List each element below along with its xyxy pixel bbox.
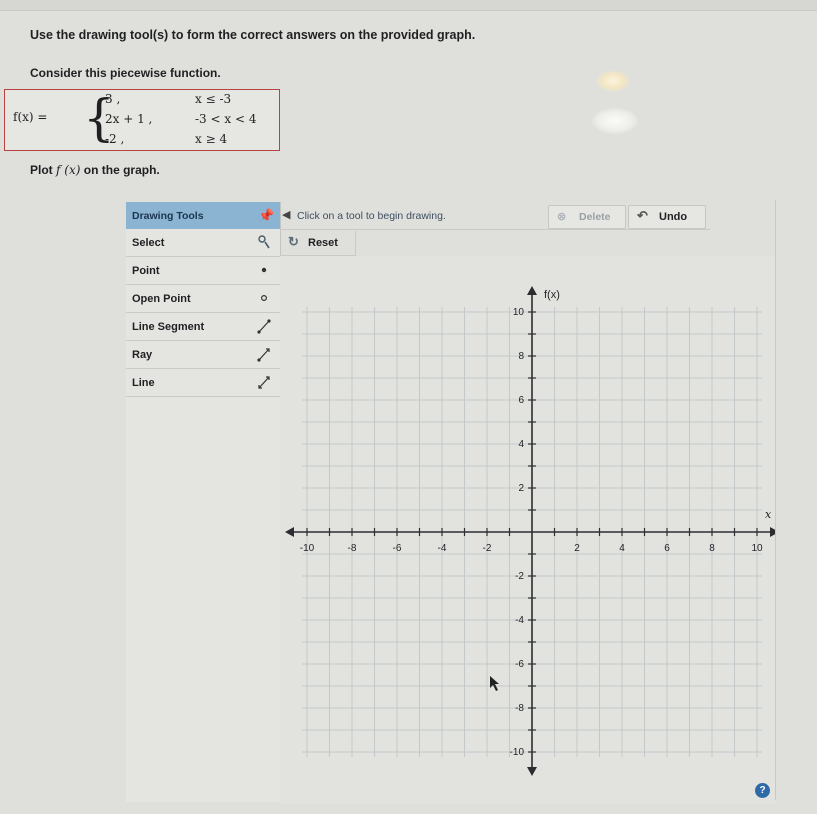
- x-tick-label: -10: [300, 543, 315, 554]
- cursor-icon: [258, 235, 270, 249]
- y-tick-label: 8: [518, 351, 524, 362]
- x-tick-label: -4: [438, 543, 447, 554]
- screen-glare: [592, 108, 638, 134]
- tool-label: Line Segment: [132, 321, 205, 333]
- open-point-icon: [260, 294, 268, 302]
- y-tick-label: 4: [518, 439, 524, 450]
- help-button[interactable]: ?: [755, 783, 770, 798]
- segment-icon: [257, 319, 271, 334]
- ray-icon: [257, 348, 270, 362]
- top-border: [0, 0, 817, 11]
- reset-label: Reset: [308, 237, 338, 249]
- tool-point[interactable]: Point: [126, 257, 280, 285]
- x-axis-label: x: [765, 508, 772, 521]
- point-icon: [261, 267, 267, 273]
- x-tick-label: 4: [619, 543, 625, 554]
- undo-icon: ↶: [637, 208, 648, 223]
- piece-cond-2: -3 < x < 4: [195, 112, 257, 126]
- y-tick-label: -6: [515, 659, 524, 670]
- x-tick-label: -6: [393, 543, 402, 554]
- tool-line[interactable]: Line: [126, 369, 280, 397]
- reset-button[interactable]: ↻ Reset: [280, 231, 356, 256]
- undo-button[interactable]: ↶ Undo: [628, 205, 706, 229]
- line-icon: [258, 376, 270, 389]
- y-axis-label: f(x): [544, 289, 560, 301]
- reset-icon: ↻: [288, 234, 299, 249]
- tool-open-point[interactable]: Open Point: [126, 285, 280, 313]
- piece-cond-3: x ≥ 4: [195, 132, 228, 146]
- undo-label: Undo: [659, 211, 688, 223]
- pin-icon[interactable]: 📌: [258, 208, 274, 224]
- drawing-tools-header[interactable]: Drawing Tools 📌: [126, 202, 280, 229]
- y-tick-label: 10: [513, 307, 525, 318]
- plot-instruction: Plot f (x) on the graph.: [30, 163, 160, 177]
- drawing-tools-title: Drawing Tools: [132, 210, 204, 222]
- piecewise-function-box: f(x) = { 3 , x ≤ -3 2x + 1 , -3 < x < 4 …: [4, 89, 280, 151]
- x-tick-label: 2: [574, 543, 580, 554]
- function-lhs: f(x) =: [13, 110, 48, 124]
- delete-button[interactable]: ⊗ Delete: [548, 205, 626, 229]
- instruction-text: Use the drawing tool(s) to form the corr…: [30, 28, 476, 42]
- screen-glare: [596, 70, 630, 92]
- plot-prefix: Plot: [30, 163, 53, 177]
- piece-expr-1: 3 ,: [105, 92, 121, 106]
- x-tick-label: 6: [664, 543, 670, 554]
- tool-label: Line: [132, 377, 155, 389]
- x-tick-label: 8: [709, 543, 715, 554]
- delete-label: Delete: [579, 211, 611, 223]
- tool-ray[interactable]: Ray: [126, 341, 280, 369]
- piece-cond-1: x ≤ -3: [195, 92, 232, 106]
- graph-background: [280, 256, 775, 804]
- y-tick-label: -4: [515, 615, 524, 626]
- plot-fx: f (x): [56, 163, 81, 177]
- x-tick-label: -8: [348, 543, 357, 554]
- y-tick-label: -10: [510, 747, 525, 758]
- y-tick-label: -8: [515, 703, 524, 714]
- x-tick-label: 10: [751, 543, 763, 554]
- tool-line-segment[interactable]: Line Segment: [126, 313, 280, 341]
- piece-expr-2: 2x + 1 ,: [105, 112, 153, 126]
- x-tick-label: -2: [483, 543, 492, 554]
- delete-icon: ⊗: [557, 211, 567, 223]
- tool-label: Point: [132, 265, 160, 277]
- y-tick-label: 6: [518, 395, 524, 406]
- plot-suffix: on the graph.: [83, 163, 160, 177]
- consider-text: Consider this piecewise function.: [30, 66, 221, 80]
- piece-expr-3: -2 ,: [105, 132, 125, 146]
- y-tick-label: -2: [515, 571, 524, 582]
- y-tick-label: 2: [518, 483, 524, 494]
- frame-edge: [775, 200, 776, 800]
- collapse-arrow-icon[interactable]: ◀: [282, 208, 290, 221]
- tool-select[interactable]: Select: [126, 229, 280, 257]
- tool-label: Open Point: [132, 293, 191, 305]
- tool-label: Select: [132, 237, 165, 249]
- tool-label: Ray: [132, 349, 153, 361]
- hint-text: Click on a tool to begin drawing.: [297, 210, 446, 222]
- coordinate-graph[interactable]: -10 -8 -6 -4 -2 2 4 6 8 10 10 8 6 4 2 -2 -4 -6 -8 -10 x f(x): [280, 256, 775, 804]
